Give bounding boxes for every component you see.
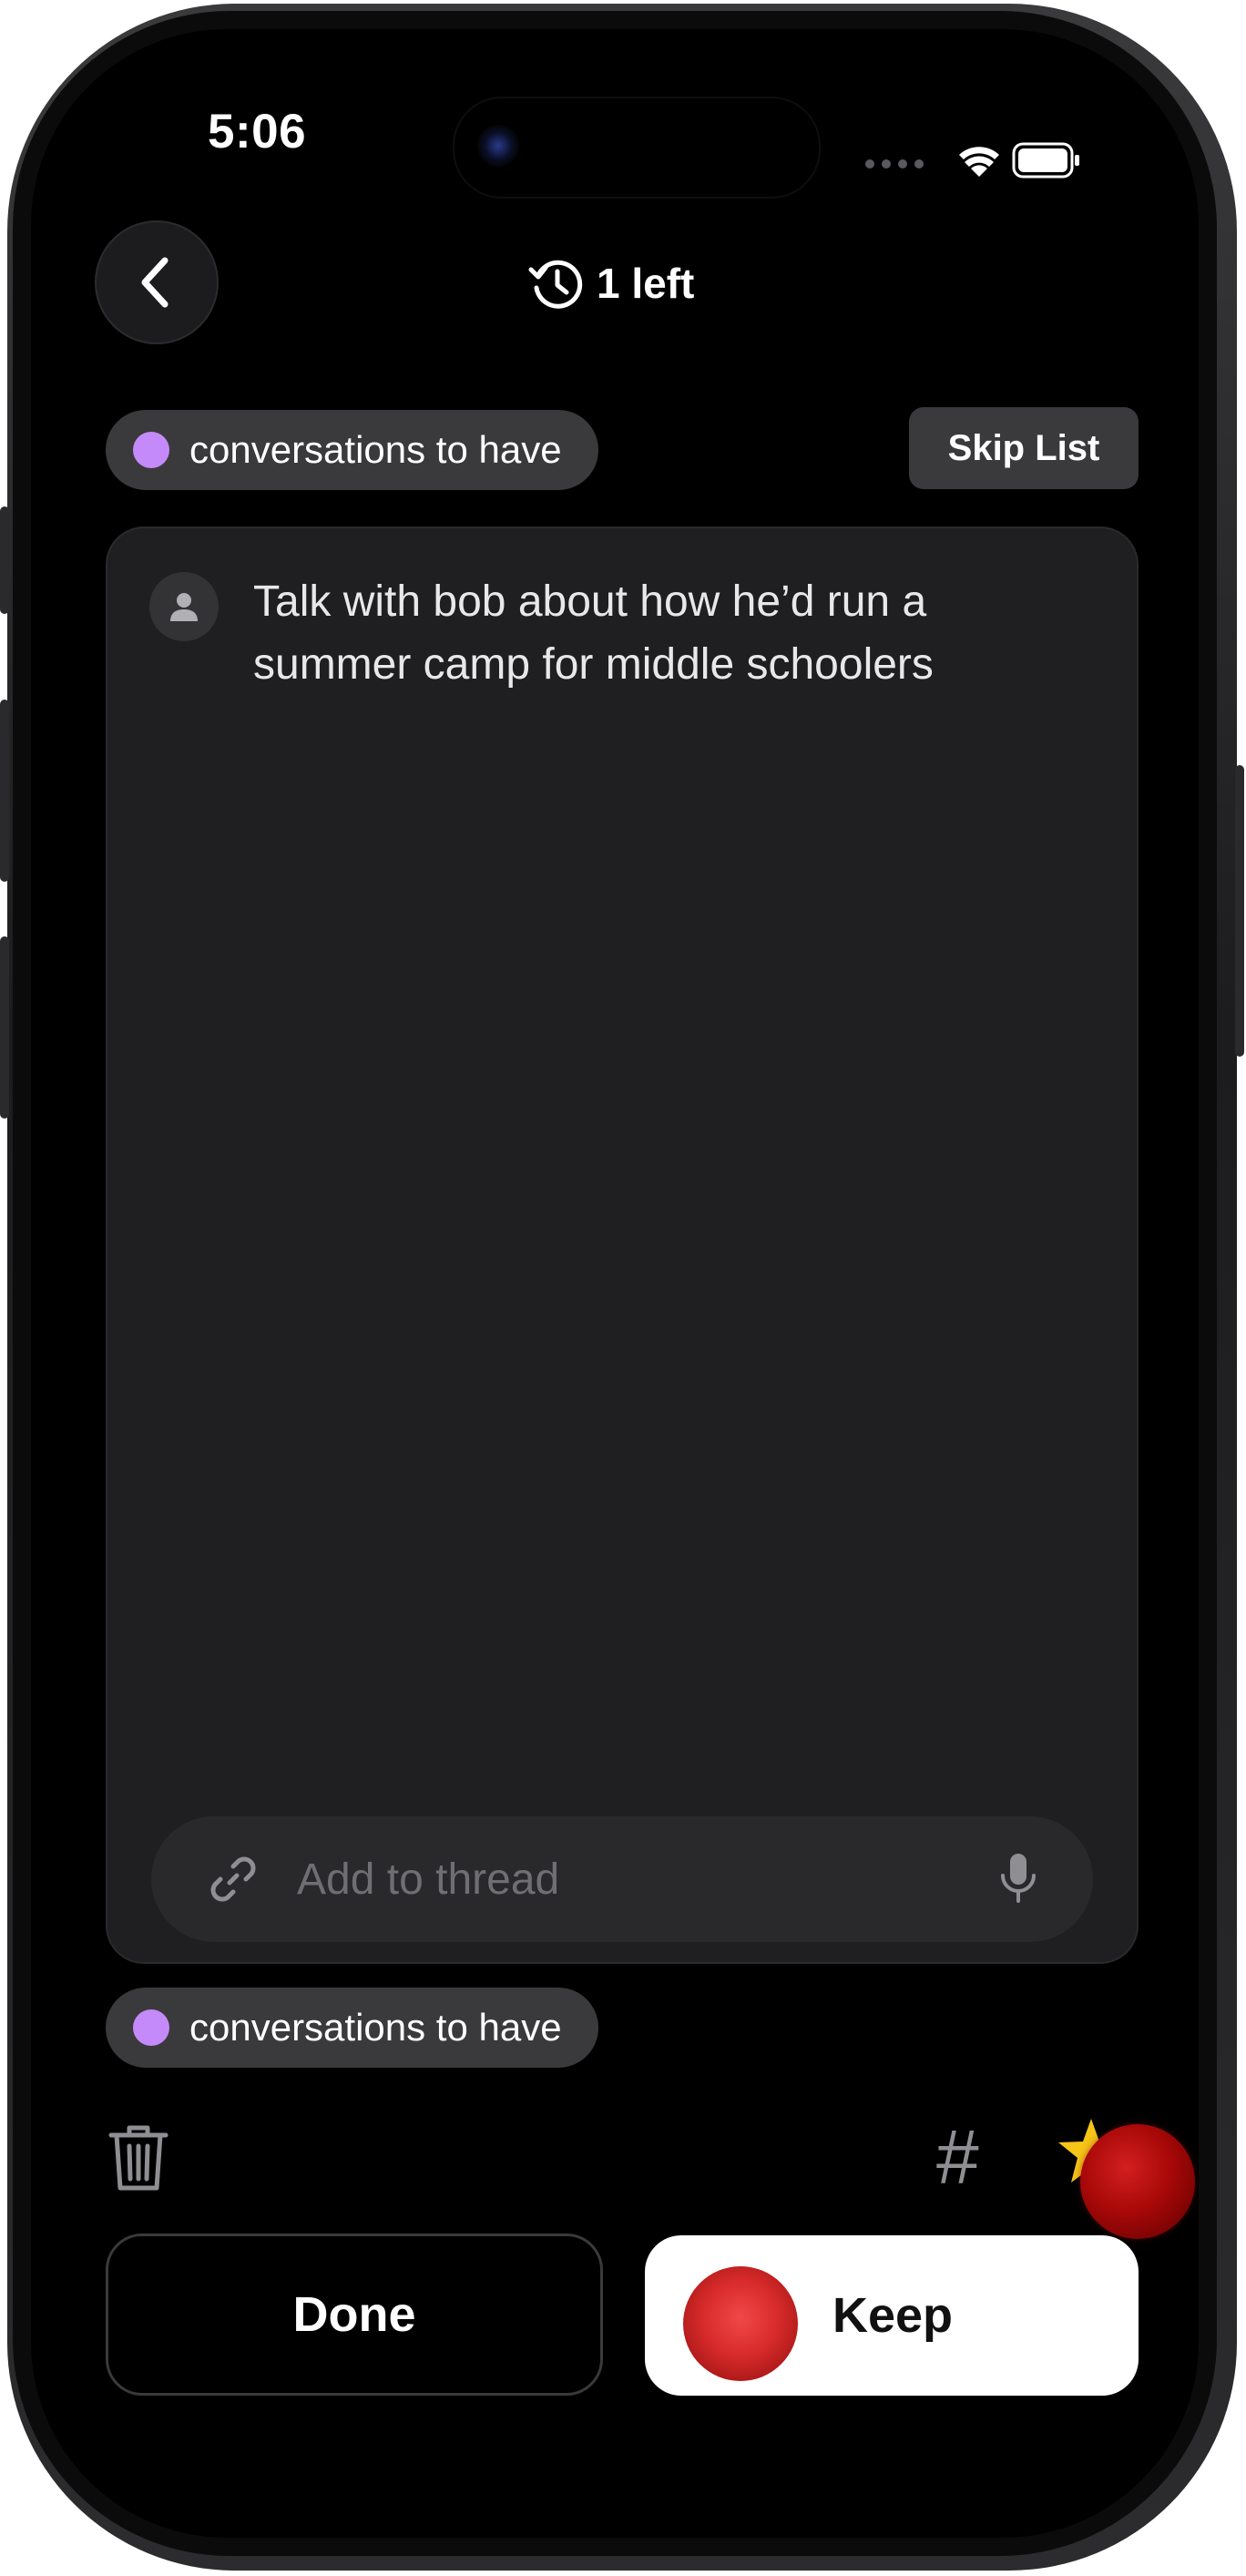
status-time: 5:06 (208, 105, 307, 158)
power-button (1235, 765, 1244, 1057)
remaining-label: 1 left (597, 260, 695, 307)
hashtag-button[interactable]: # (936, 2119, 979, 2195)
tag-color-dot (133, 2009, 169, 2046)
front-camera (477, 125, 519, 167)
tag-color-dot (133, 432, 169, 468)
thread-placeholder: Add to thread (297, 1855, 560, 1904)
done-button[interactable]: Done (106, 2234, 603, 2396)
skip-list-button[interactable]: Skip List (909, 407, 1139, 489)
volume-up-button (0, 700, 9, 882)
keep-button[interactable]: Keep (645, 2235, 1139, 2396)
list-tag-chip[interactable]: conversations to have (106, 410, 598, 490)
keep-record-icon (683, 2266, 798, 2381)
item-card: Talk with bob about how he’d run a summe… (106, 526, 1139, 1964)
record-indicator[interactable] (1080, 2124, 1195, 2239)
app-screen: 5:06 1 left conversations to have Skip L… (31, 29, 1199, 2538)
status-icons-svg (865, 142, 1079, 179)
trash-icon (108, 2125, 169, 2191)
trash-button[interactable] (107, 2121, 169, 2198)
status-icons (864, 137, 1083, 196)
list-tag-label: conversations to have (189, 428, 562, 471)
bottom-tag-label: conversations to have (189, 2006, 562, 2049)
bottom-tag-chip[interactable]: conversations to have (106, 1988, 598, 2068)
history-icon (528, 260, 583, 309)
item-text[interactable]: Talk with bob about how he’d run a summe… (253, 570, 1055, 696)
remaining-counter: 1 left (527, 255, 694, 312)
keep-label: Keep (832, 2288, 954, 2343)
add-to-thread-field[interactable]: Add to thread (151, 1816, 1093, 1942)
person-icon (170, 593, 198, 621)
action-button (0, 506, 9, 614)
battery-icon (1012, 142, 1079, 179)
volume-down-button (0, 936, 9, 1119)
microphone-icon[interactable] (998, 1852, 1038, 1906)
link-icon[interactable] (206, 1852, 260, 1906)
wifi-icon (959, 147, 999, 177)
author-avatar (149, 572, 219, 641)
hashtag-icon: # (936, 2114, 979, 2200)
back-button[interactable] (95, 220, 219, 344)
signal-icon (865, 159, 924, 169)
back-chevron-icon (141, 257, 169, 308)
